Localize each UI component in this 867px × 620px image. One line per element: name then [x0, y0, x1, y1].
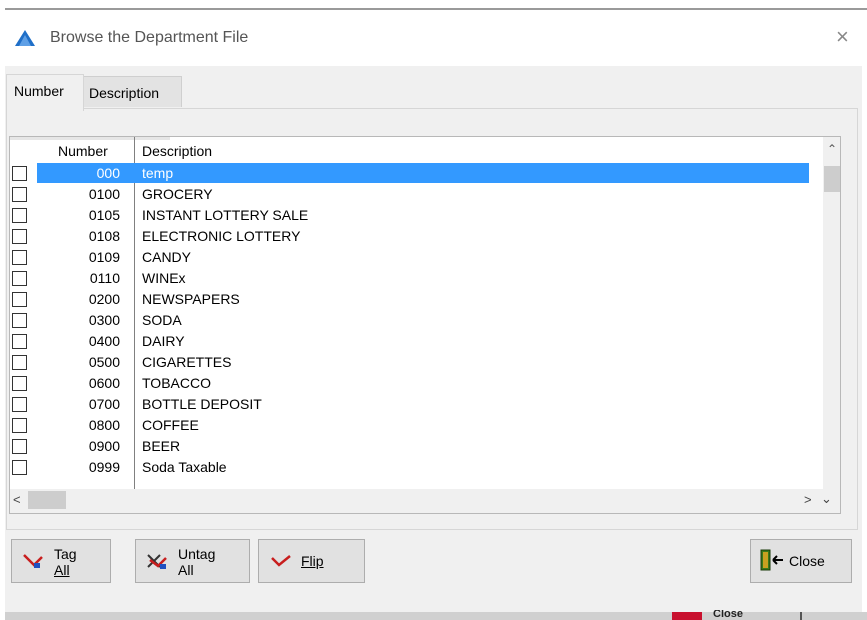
flip-button[interactable]: Flip: [258, 539, 365, 583]
window-title: Browse the Department File: [50, 29, 249, 46]
horizontal-scrollbar[interactable]: < > ⌄: [10, 489, 840, 513]
row-checkbox[interactable]: [12, 439, 27, 454]
row-description: DAIRY: [142, 333, 185, 349]
table-row[interactable]: 0105 INSTANT LOTTERY SALE: [10, 205, 813, 226]
row-checkbox[interactable]: [12, 271, 27, 286]
taskbar-separator: [800, 612, 802, 620]
table-row[interactable]: 0109 CANDY: [10, 247, 813, 268]
row-description: COFFEE: [142, 417, 199, 433]
row-description: ELECTRONIC LOTTERY: [142, 228, 301, 244]
row-description: CANDY: [142, 249, 192, 265]
row-description: BEER: [142, 438, 181, 454]
tab-number[interactable]: Number: [6, 74, 84, 111]
row-checkbox[interactable]: [12, 334, 27, 349]
tab-description[interactable]: Description: [82, 76, 182, 107]
row-checkbox[interactable]: [12, 313, 27, 328]
row-checkbox[interactable]: [12, 187, 27, 202]
tag-all-label-line2: All: [54, 562, 70, 578]
row-number: 0999: [88, 459, 120, 475]
close-icon[interactable]: ×: [836, 24, 849, 50]
row-number: 000: [96, 165, 120, 181]
tab-description-label: Description: [89, 85, 160, 101]
vertical-scroll-thumb[interactable]: [824, 166, 840, 192]
tag-all-button[interactable]: Tag All: [11, 539, 111, 583]
row-number: 0200: [88, 291, 120, 307]
scroll-left-icon[interactable]: <: [13, 492, 21, 507]
row-checkbox[interactable]: [12, 418, 27, 433]
close-button[interactable]: Close: [750, 539, 852, 583]
row-number: 0800: [88, 417, 120, 433]
row-number: 0109: [88, 249, 120, 265]
table-row[interactable]: 0600 TOBACCO: [10, 373, 813, 394]
tab-number-label: Number: [14, 83, 64, 99]
close-label: Close: [789, 553, 825, 569]
grid-header-strip: [10, 137, 170, 140]
table-row[interactable]: 0200 NEWSPAPERS: [10, 289, 813, 310]
row-description: CIGARETTES: [142, 354, 232, 370]
horizontal-scroll-thumb[interactable]: [28, 491, 66, 509]
row-number: 0400: [88, 333, 120, 349]
row-checkbox[interactable]: [12, 250, 27, 265]
row-description: SODA: [142, 312, 182, 328]
column-header-description[interactable]: Description: [142, 143, 212, 159]
table-row[interactable]: 0999 Soda Taxable: [10, 457, 813, 478]
table-row[interactable]: 0100 GROCERY: [10, 184, 813, 205]
flip-label: Flip: [301, 553, 324, 569]
row-description: TOBACCO: [142, 375, 211, 391]
tag-icon: [23, 554, 43, 568]
row-number: 0300: [88, 312, 120, 328]
table-row[interactable]: 0800 COFFEE: [10, 415, 813, 436]
row-description: INSTANT LOTTERY SALE: [142, 207, 309, 223]
column-header-number[interactable]: Number: [58, 143, 108, 159]
row-description: GROCERY: [142, 186, 213, 202]
door-exit-icon: [760, 549, 783, 571]
row-number: 0110: [89, 270, 120, 286]
row-checkbox[interactable]: [12, 166, 27, 181]
untag-all-label-line1: Untag: [178, 546, 216, 562]
untag-all-label-line2: All: [178, 562, 194, 578]
table-row[interactable]: 0400 DAIRY: [10, 331, 813, 352]
untag-icon: [147, 554, 167, 569]
row-description: temp: [142, 165, 174, 181]
tag-all-label: Tag All: [54, 546, 77, 578]
vertical-scrollbar[interactable]: ⌃: [823, 137, 840, 489]
scroll-down-icon[interactable]: ⌄: [821, 491, 832, 507]
table-row[interactable]: 0900 BEER: [10, 436, 813, 457]
table-row[interactable]: 0500 CIGARETTES: [10, 352, 813, 373]
table-row[interactable]: 000 temp: [10, 163, 813, 184]
untag-all-label: Untag All: [178, 546, 215, 578]
scroll-right-icon[interactable]: >: [804, 492, 812, 507]
row-checkbox[interactable]: [12, 397, 27, 412]
taskbar-app-icon[interactable]: [672, 612, 702, 620]
row-number: 0700: [88, 396, 120, 412]
row-description: Soda Taxable: [142, 459, 227, 475]
row-checkbox[interactable]: [12, 208, 27, 223]
app-logo-icon: [15, 30, 35, 46]
row-description: WINEx: [142, 270, 186, 286]
flip-icon: [271, 555, 291, 567]
table-row[interactable]: 0300 SODA: [10, 310, 813, 331]
row-checkbox[interactable]: [12, 355, 27, 370]
table-row[interactable]: 0110 WINEx: [10, 268, 813, 289]
row-checkbox[interactable]: [12, 460, 27, 475]
table-row[interactable]: 0108 ELECTRONIC LOTTERY: [10, 226, 813, 247]
row-number: 0100: [88, 186, 120, 202]
row-checkbox[interactable]: [12, 229, 27, 244]
taskbar-close-label[interactable]: Close: [713, 610, 743, 620]
department-grid[interactable]: Number Description 000 temp 0100 GROCERY 010…: [9, 136, 841, 514]
untag-all-button[interactable]: Untag All: [135, 539, 250, 583]
row-description: NEWSPAPERS: [142, 291, 240, 307]
row-number: 0500: [88, 354, 120, 370]
scroll-up-icon[interactable]: ⌃: [827, 142, 837, 156]
tag-all-label-line1: Tag: [54, 546, 77, 562]
row-number: 0900: [88, 438, 120, 454]
row-number: 0108: [88, 228, 120, 244]
table-row[interactable]: 0700 BOTTLE DEPOSIT: [10, 394, 813, 415]
row-description: BOTTLE DEPOSIT: [142, 396, 262, 412]
row-number: 0105: [88, 207, 120, 223]
row-checkbox[interactable]: [12, 376, 27, 391]
row-checkbox[interactable]: [12, 292, 27, 307]
row-number: 0600: [88, 375, 120, 391]
